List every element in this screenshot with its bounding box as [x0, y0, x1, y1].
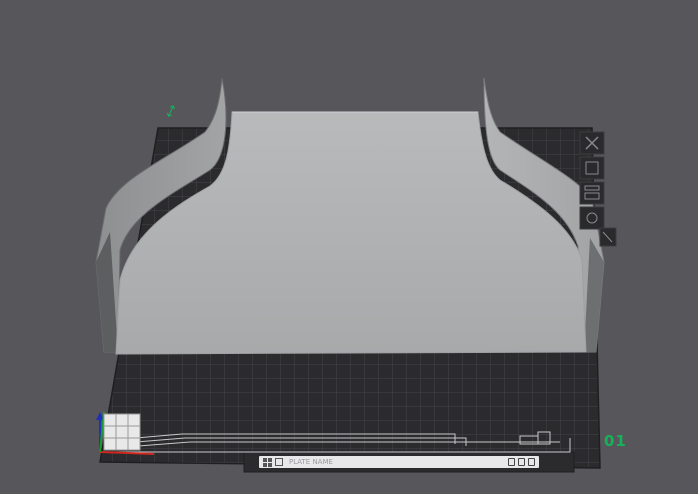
delete-icon[interactable] [508, 458, 515, 466]
plate-name-field[interactable]: PLATE NAME [289, 458, 508, 466]
grid-icon[interactable] [263, 457, 272, 467]
trash-icon[interactable] [528, 458, 535, 466]
3d-viewport[interactable] [0, 0, 698, 494]
copy-icon[interactable] [518, 458, 525, 466]
plate-index-label: 01 [604, 432, 627, 450]
plate-name-bar[interactable]: PLATE NAME [258, 455, 540, 469]
select-icon[interactable] [275, 458, 283, 466]
plate-toolbar[interactable] [579, 131, 617, 247]
